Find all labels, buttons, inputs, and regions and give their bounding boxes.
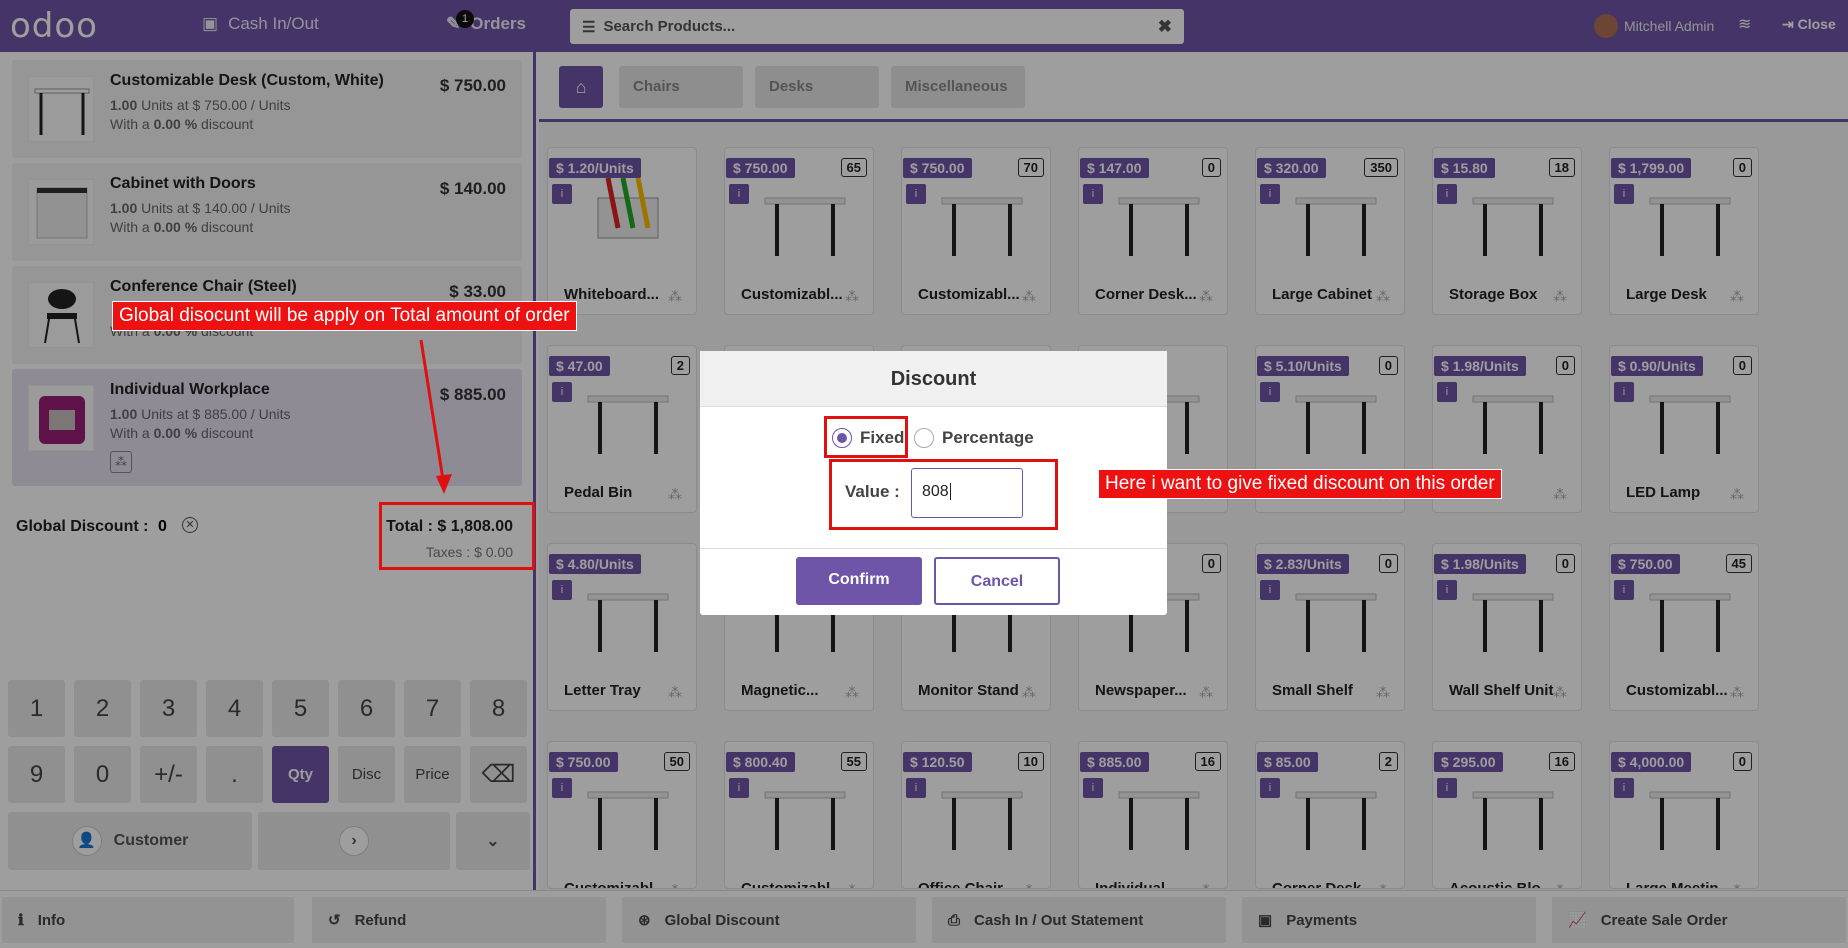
annotation-arrow [419,339,452,494]
